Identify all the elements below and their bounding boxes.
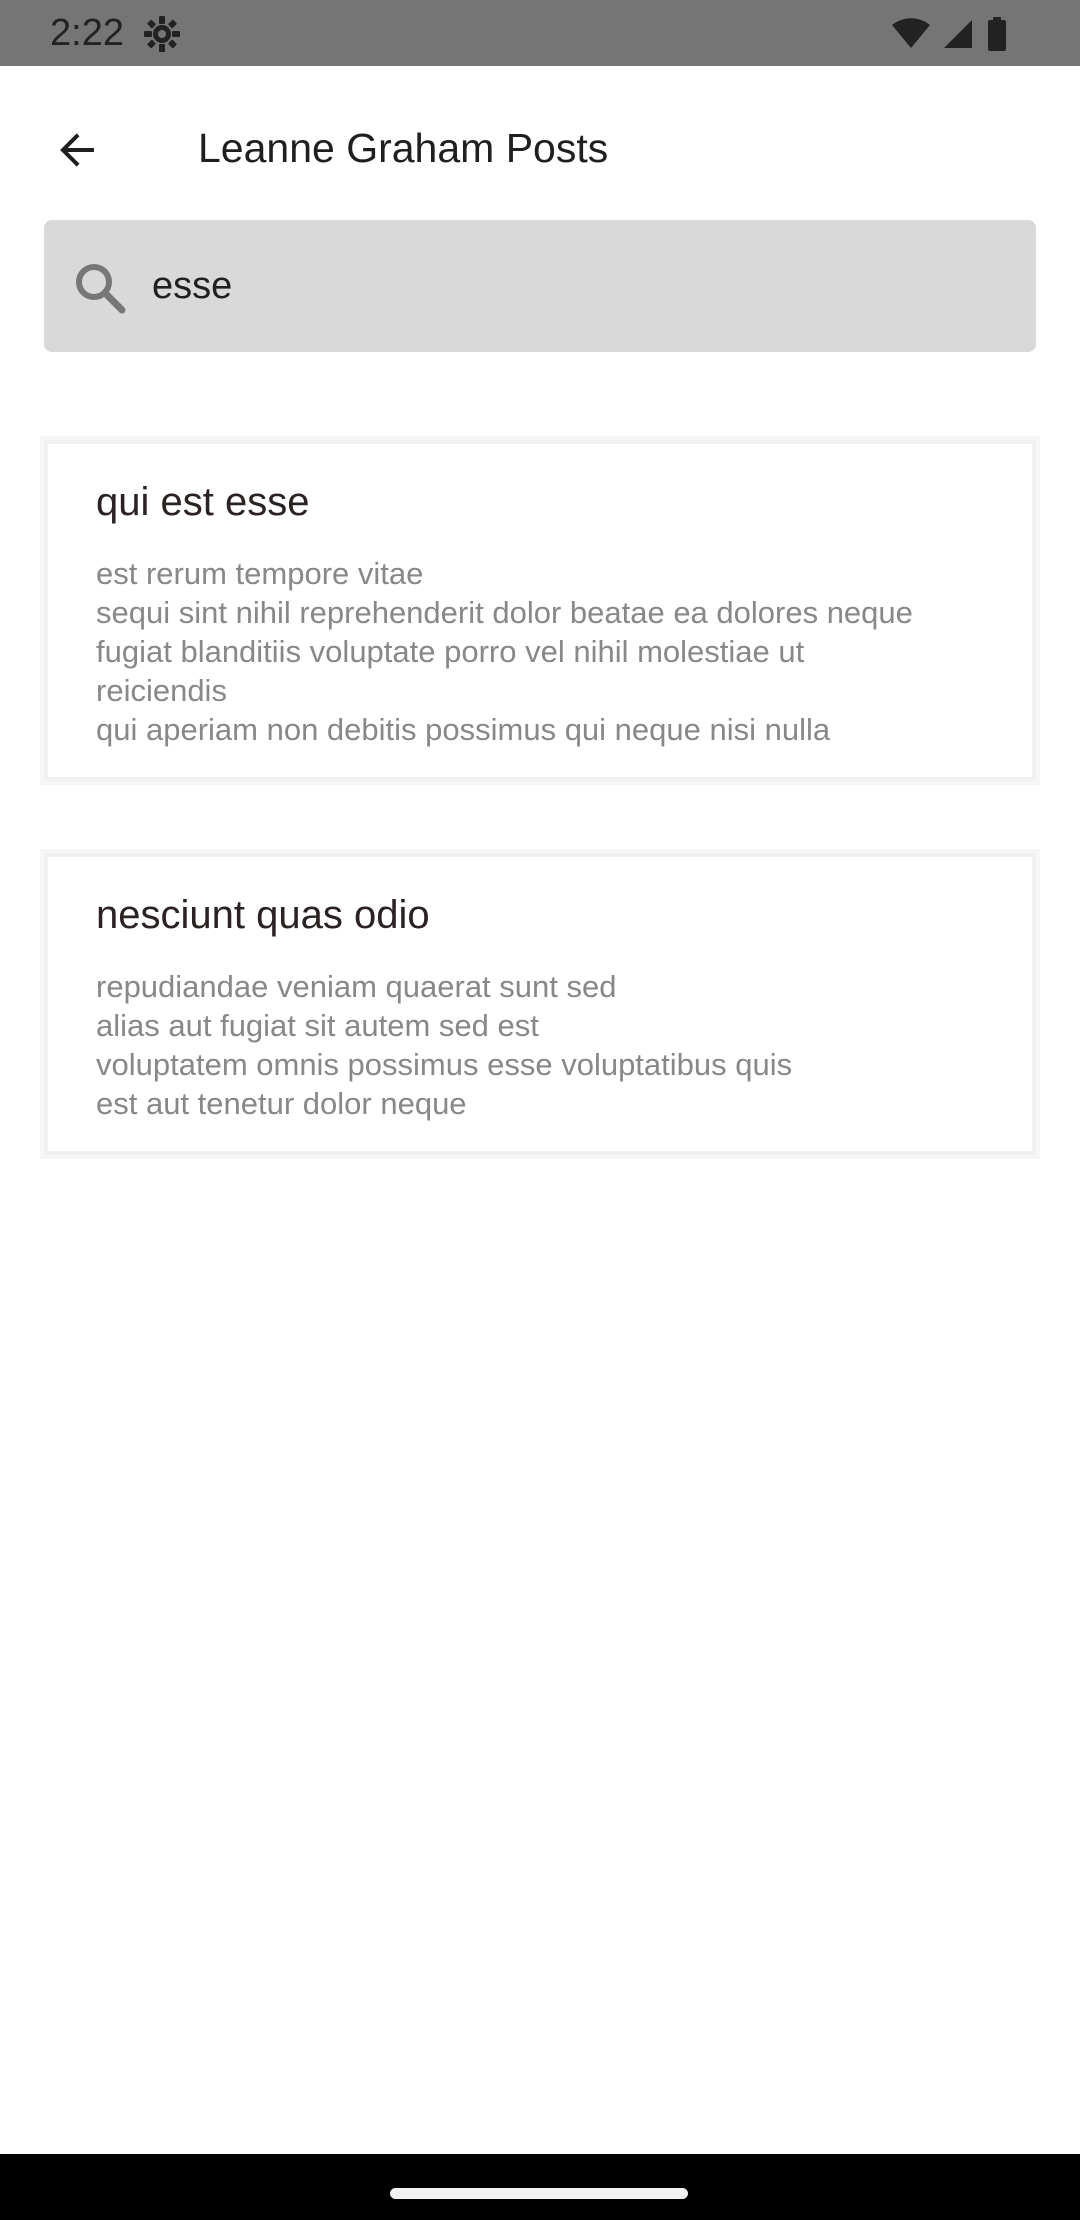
post-body-line: qui aperiam non debitis possimus qui neq… (96, 712, 831, 747)
status-bar: 2:22 (0, 0, 1080, 66)
post-body-line: alias aut fugiat sit autem sed est (96, 1008, 539, 1043)
back-button[interactable] (38, 110, 118, 190)
post-body-line: fugiat blanditiis voluptate porro vel ni… (96, 634, 805, 669)
page-title: Leanne Graham Posts (198, 125, 609, 171)
search-bar[interactable] (44, 220, 1036, 352)
post-title: nesciunt quas odio (96, 893, 430, 937)
post-body-line: repudiandae veniam quaerat sunt sed (96, 969, 617, 1004)
post-body-line: sequi sint nihil reprehenderit dolor bea… (96, 595, 913, 630)
post-body-line: est rerum tempore vitae (96, 556, 424, 591)
post-title: qui est esse (96, 480, 310, 524)
post-list: qui est esse est rerum tempore vitae seq… (44, 440, 1036, 1227)
arrow-back-icon (60, 133, 94, 167)
settings-gear-icon (144, 16, 180, 52)
home-indicator[interactable] (390, 2188, 688, 2199)
wifi-icon (892, 18, 930, 48)
post-body: est rerum tempore vitae sequi sint nihil… (96, 554, 988, 749)
search-icon (76, 264, 126, 314)
post-card[interactable]: nesciunt quas odio repudiandae veniam qu… (44, 853, 1036, 1155)
app-bar: Leanne Graham Posts (0, 66, 1080, 220)
post-card[interactable]: qui est esse est rerum tempore vitae seq… (44, 440, 1036, 781)
cellular-signal-icon (944, 20, 972, 48)
posts-screen: 2:22 Leanne Graham Posts esse qui est es… (0, 0, 1080, 2220)
post-body-line: reiciendis (96, 673, 227, 708)
status-indicators (892, 14, 1008, 54)
battery-icon (988, 17, 1006, 51)
post-body-line: voluptatem omnis possimus esse voluptati… (96, 1047, 793, 1082)
status-time: 2:22 (50, 12, 124, 54)
search-input[interactable] (152, 254, 992, 318)
post-body-line: est aut tenetur dolor neque (96, 1086, 467, 1121)
navigation-bar (0, 2154, 1080, 2220)
post-body: repudiandae veniam quaerat sunt sed alia… (96, 967, 988, 1123)
